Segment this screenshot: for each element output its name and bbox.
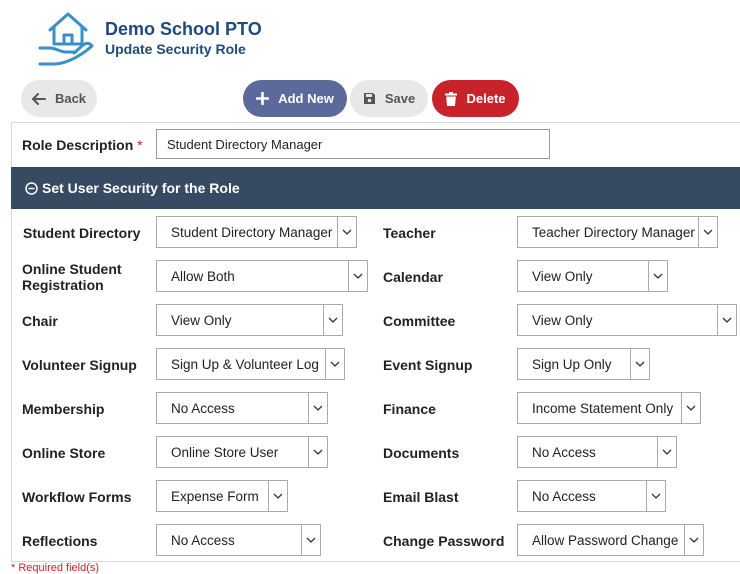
chevron-down-icon	[325, 349, 344, 379]
label-membership: Membership	[22, 401, 105, 417]
select-calendar[interactable]: View Only	[517, 260, 668, 292]
floppy-disk-icon	[363, 93, 375, 104]
select-online-store[interactable]: Online Store User	[156, 436, 328, 468]
label-calendar: Calendar	[383, 269, 443, 285]
delete-button[interactable]: Delete	[432, 80, 519, 117]
save-button-label: Save	[384, 91, 416, 106]
required-field-note: * Required field(s)	[11, 562, 100, 574]
house-in-hand-logo	[38, 12, 94, 66]
chevron-down-icon	[657, 437, 676, 467]
page-title: Update Security Role	[105, 41, 246, 57]
chevron-down-icon	[648, 261, 667, 291]
add-new-button[interactable]: Add New	[243, 80, 347, 117]
label-change-password: Change Password	[383, 533, 505, 549]
label-online-student-registration: Online Student Registration	[22, 261, 122, 293]
label-finance: Finance	[383, 401, 436, 417]
chevron-down-icon	[268, 481, 287, 511]
select-documents[interactable]: No Access	[517, 436, 677, 468]
label-email-blast: Email Blast	[383, 489, 459, 505]
label-chair: Chair	[22, 313, 58, 329]
school-name: Demo School PTO	[105, 19, 262, 39]
label-documents: Documents	[383, 445, 460, 461]
select-teacher[interactable]: Teacher Directory Manager	[517, 216, 718, 248]
add-new-button-label: Add New	[278, 91, 334, 106]
label-event-signup: Event Signup	[383, 357, 473, 373]
select-change-password[interactable]: Allow Password Change	[517, 524, 704, 556]
label-teacher: Teacher	[383, 225, 436, 241]
label-student-directory: Student Directory	[23, 225, 141, 241]
select-finance[interactable]: Income Statement Only	[517, 392, 701, 424]
select-workflow-forms[interactable]: Expense Form	[156, 480, 288, 512]
chevron-down-icon	[308, 437, 327, 467]
chevron-down-icon	[308, 393, 327, 423]
back-button[interactable]: Back	[21, 80, 97, 117]
role-description-input[interactable]	[156, 129, 550, 159]
select-committee[interactable]: View Only	[517, 304, 737, 336]
label-volunteer-signup: Volunteer Signup	[22, 357, 137, 373]
chevron-down-icon	[646, 481, 665, 511]
required-mark: *	[137, 137, 143, 153]
select-reflections[interactable]: No Access	[156, 524, 321, 556]
label-committee: Committee	[383, 313, 456, 329]
select-student-directory[interactable]: Student Directory Manager	[156, 216, 357, 248]
delete-button-label: Delete	[466, 91, 506, 106]
select-online-student-registration[interactable]: Allow Both	[156, 260, 368, 292]
plus-icon	[256, 92, 270, 105]
role-description-label: Role Description *	[22, 137, 143, 153]
chevron-down-icon	[301, 525, 320, 555]
back-button-label: Back	[54, 91, 87, 106]
section-title: Set User Security for the Role	[42, 180, 240, 196]
arrow-left-icon	[31, 92, 46, 105]
app-header: Demo School PTO Update Security Role	[0, 0, 740, 78]
chevron-down-icon	[348, 261, 367, 291]
label-online-store: Online Store	[22, 445, 106, 461]
save-button[interactable]: Save	[350, 80, 428, 117]
label-reflections: Reflections	[22, 533, 98, 549]
chevron-down-icon	[681, 393, 700, 423]
trash-icon	[445, 91, 458, 106]
section-header-security[interactable]: Set User Security for the Role	[11, 167, 740, 209]
chevron-down-icon	[337, 217, 356, 247]
select-membership[interactable]: No Access	[156, 392, 328, 424]
minus-circle-icon	[25, 181, 38, 195]
chevron-down-icon	[717, 305, 736, 335]
chevron-down-icon	[323, 305, 342, 335]
label-workflow-forms: Workflow Forms	[22, 489, 132, 505]
select-email-blast[interactable]: No Access	[517, 480, 666, 512]
select-chair[interactable]: View Only	[156, 304, 343, 336]
select-event-signup[interactable]: Sign Up Only	[517, 348, 650, 380]
select-volunteer-signup[interactable]: Sign Up & Volunteer Log	[156, 348, 345, 380]
chevron-down-icon	[684, 525, 703, 555]
chevron-down-icon	[698, 217, 717, 247]
chevron-down-icon	[630, 349, 649, 379]
